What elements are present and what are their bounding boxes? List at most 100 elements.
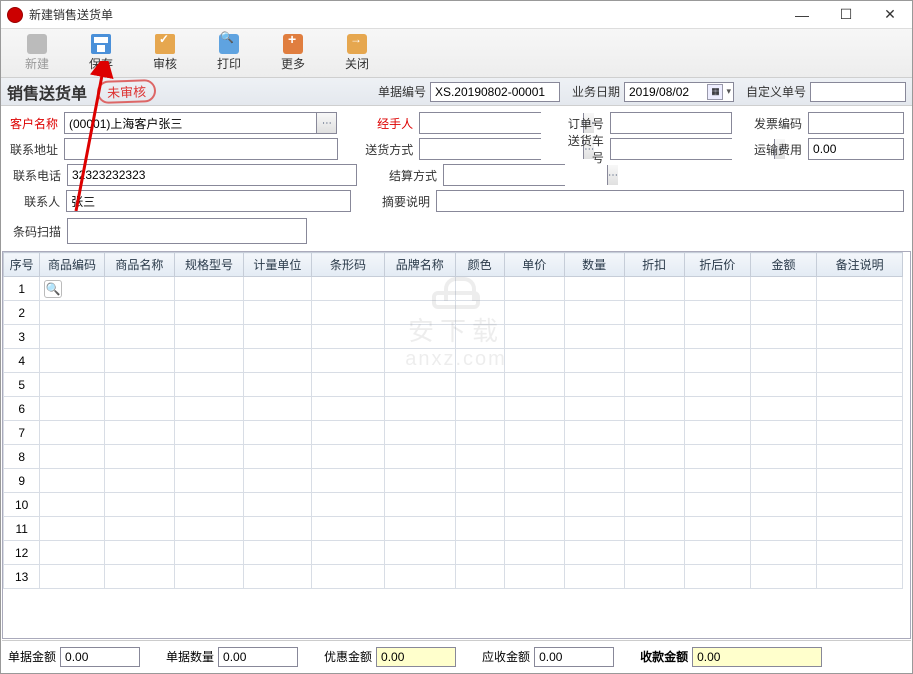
table-cell[interactable] — [817, 325, 903, 349]
table-cell[interactable] — [40, 541, 104, 565]
table-cell[interactable] — [384, 517, 455, 541]
table-cell[interactable] — [384, 421, 455, 445]
toolbar-print-button[interactable]: 打印 — [197, 31, 261, 75]
table-row[interactable]: 13 — [4, 565, 903, 589]
amount-input[interactable] — [60, 647, 140, 667]
toolbar-save-button[interactable]: 保存 — [69, 31, 133, 75]
table-cell[interactable] — [564, 493, 624, 517]
table-cell[interactable] — [564, 565, 624, 589]
table-cell[interactable] — [175, 325, 243, 349]
table-cell[interactable] — [384, 325, 455, 349]
col-header[interactable]: 条形码 — [312, 253, 385, 277]
invoice-no-input[interactable] — [808, 112, 904, 134]
custom-no-input[interactable] — [810, 82, 906, 102]
table-cell[interactable] — [40, 325, 104, 349]
table-cell[interactable] — [175, 469, 243, 493]
table-cell[interactable] — [312, 277, 385, 301]
table-cell[interactable]: 12 — [4, 541, 40, 565]
table-row[interactable]: 4 — [4, 349, 903, 373]
table-cell[interactable] — [384, 493, 455, 517]
table-cell[interactable] — [817, 541, 903, 565]
col-header[interactable]: 品牌名称 — [384, 253, 455, 277]
table-cell[interactable] — [104, 565, 175, 589]
table-cell[interactable] — [104, 325, 175, 349]
table-cell[interactable] — [564, 301, 624, 325]
table-cell[interactable] — [750, 445, 816, 469]
table-cell[interactable] — [564, 277, 624, 301]
table-cell[interactable] — [384, 277, 455, 301]
table-cell[interactable]: 9 — [4, 469, 40, 493]
table-row[interactable]: 10 — [4, 493, 903, 517]
table-cell[interactable] — [564, 469, 624, 493]
table-cell[interactable] — [40, 445, 104, 469]
col-header[interactable]: 序号 — [4, 253, 40, 277]
table-cell[interactable] — [40, 349, 104, 373]
table-row[interactable]: 9 — [4, 469, 903, 493]
vehicle-input[interactable] — [611, 139, 774, 159]
table-cell[interactable]: 5 — [4, 373, 40, 397]
table-cell[interactable] — [312, 541, 385, 565]
col-header[interactable]: 商品编码 — [40, 253, 104, 277]
table-cell[interactable] — [750, 277, 816, 301]
table-cell[interactable] — [684, 373, 750, 397]
table-cell[interactable] — [175, 301, 243, 325]
col-header[interactable]: 备注说明 — [817, 253, 903, 277]
table-cell[interactable] — [243, 421, 311, 445]
biz-date-picker[interactable]: 2019/08/02 ▦ ▾ — [624, 82, 734, 102]
table-cell[interactable] — [384, 565, 455, 589]
col-header[interactable]: 数量 — [564, 253, 624, 277]
barcode-input[interactable] — [67, 218, 307, 244]
table-cell[interactable] — [384, 373, 455, 397]
table-cell[interactable] — [455, 301, 504, 325]
col-header[interactable]: 折扣 — [624, 253, 684, 277]
table-cell[interactable] — [564, 445, 624, 469]
table-cell[interactable] — [455, 469, 504, 493]
received-input[interactable] — [692, 647, 822, 667]
table-cell[interactable] — [624, 469, 684, 493]
table-cell[interactable] — [684, 397, 750, 421]
table-cell[interactable] — [817, 469, 903, 493]
table-cell[interactable] — [564, 349, 624, 373]
table-cell[interactable] — [750, 301, 816, 325]
table-cell[interactable] — [312, 373, 385, 397]
toolbar-new-button[interactable]: 新建 — [5, 31, 69, 75]
table-cell[interactable] — [504, 373, 564, 397]
table-cell[interactable] — [104, 493, 175, 517]
col-header[interactable]: 单价 — [504, 253, 564, 277]
table-cell[interactable] — [564, 397, 624, 421]
table-row[interactable]: 1🔍 — [4, 277, 903, 301]
table-cell[interactable] — [40, 421, 104, 445]
table-cell[interactable] — [504, 517, 564, 541]
table-row[interactable]: 8 — [4, 445, 903, 469]
product-lookup-icon[interactable]: 🔍 — [44, 280, 62, 298]
table-cell[interactable] — [624, 541, 684, 565]
table-cell[interactable] — [684, 421, 750, 445]
ship-mode-combo[interactable]: ⋯ — [419, 138, 541, 160]
table-cell[interactable] — [384, 301, 455, 325]
settle-combo[interactable]: ⋯ — [443, 164, 565, 186]
table-cell[interactable] — [750, 421, 816, 445]
table-row[interactable]: 11 — [4, 517, 903, 541]
settle-input[interactable] — [444, 165, 607, 185]
handler-input[interactable] — [420, 113, 583, 133]
table-cell[interactable] — [750, 517, 816, 541]
table-cell[interactable] — [384, 397, 455, 421]
maximize-button[interactable]: ☐ — [824, 1, 868, 29]
table-cell[interactable] — [750, 541, 816, 565]
table-cell[interactable] — [175, 541, 243, 565]
table-cell[interactable] — [624, 421, 684, 445]
qty-input[interactable] — [218, 647, 298, 667]
table-cell[interactable] — [384, 349, 455, 373]
table-cell[interactable] — [104, 349, 175, 373]
toolbar-audit-button[interactable]: 审核 — [133, 31, 197, 75]
table-cell[interactable] — [312, 301, 385, 325]
table-cell[interactable] — [750, 397, 816, 421]
doc-no-input[interactable] — [430, 82, 560, 102]
table-cell[interactable] — [455, 493, 504, 517]
table-cell[interactable] — [175, 349, 243, 373]
table-cell[interactable] — [624, 349, 684, 373]
table-cell[interactable] — [684, 277, 750, 301]
table-cell[interactable]: 7 — [4, 421, 40, 445]
table-cell[interactable] — [243, 469, 311, 493]
minimize-button[interactable]: ― — [780, 1, 824, 29]
